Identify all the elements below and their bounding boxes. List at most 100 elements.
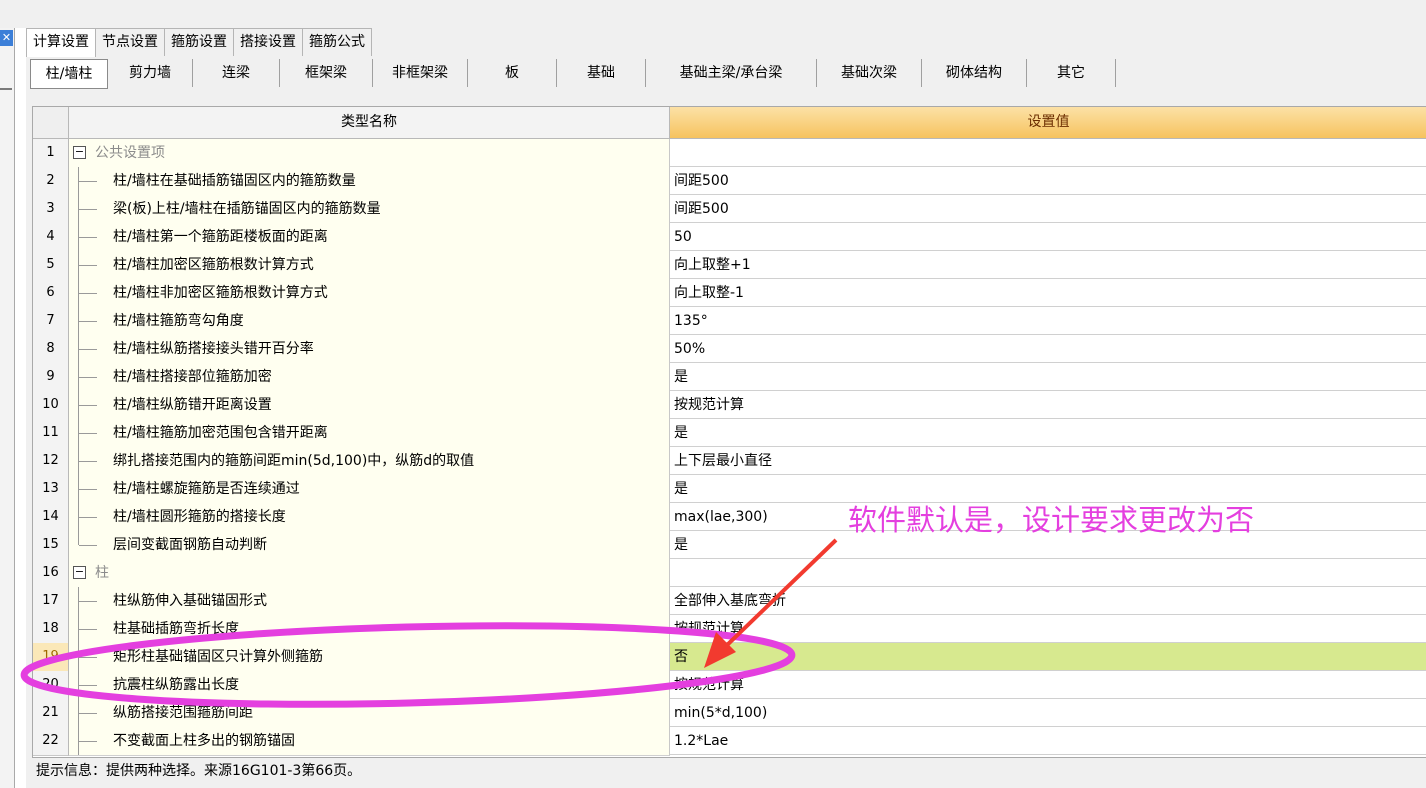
value-cell[interactable]: 135° [670,307,1426,335]
left-panel-edge [0,28,15,788]
row-number: 15 [33,531,69,560]
table-row[interactable]: 11 柱/墙柱箍筋加密范围包含错开距离 是 [33,419,1426,448]
table-row[interactable]: 21 纵筋搭接范围箍筋间距 min(5*d,100) [33,699,1426,728]
tab-calc-settings[interactable]: 计算设置 [26,28,96,57]
table-row[interactable]: 8 柱/墙柱纵筋搭接接头错开百分率 50% [33,335,1426,364]
row-number: 22 [33,727,69,756]
value-cell[interactable]: 间距500 [670,195,1426,223]
table-row[interactable]: 5 柱/墙柱加密区箍筋根数计算方式 向上取整+1 [33,251,1426,280]
name-cell: 柱/墙柱第一个箍筋距楼板面的距离 [69,223,670,252]
table-row[interactable]: 20 抗震柱纵筋露出长度 按规范计算 [33,671,1426,700]
name-cell: 柱纵筋伸入基础锚固形式 [69,587,670,616]
setting-label: 柱/墙柱螺旋箍筋是否连续通过 [113,481,300,497]
value-cell[interactable]: 按规范计算 [670,671,1426,699]
tab-foundation[interactable]: 基础 [557,59,646,87]
group-row[interactable]: 16 − 柱 [33,559,1426,588]
name-cell: 柱/墙柱非加密区箍筋根数计算方式 [69,279,670,308]
row-number: 9 [33,363,69,392]
row-number: 10 [33,391,69,420]
tab-frame-beam[interactable]: 框架梁 [280,59,373,87]
tab-masonry[interactable]: 砌体结构 [922,59,1027,87]
top-strip [0,0,1426,28]
value-cell[interactable]: 50 [670,223,1426,251]
table-row[interactable]: 12 绑扎搭接范围内的箍筋间距min(5d,100)中，纵筋d的取值 上下层最小… [33,447,1426,476]
component-tabs: 柱/墙柱 剪力墙 连梁 框架梁 非框架梁 板 基础 基础主梁/承台梁 基础次梁 … [30,59,1116,90]
row-number: 7 [33,307,69,336]
tab-slab[interactable]: 板 [468,59,557,87]
row-number: 12 [33,447,69,476]
value-cell[interactable]: 上下层最小直径 [670,447,1426,475]
table-row[interactable]: 17 柱纵筋伸入基础锚固形式 全部伸入基底弯折 [33,587,1426,616]
row-number: 20 [33,671,69,700]
setting-label: 柱纵筋伸入基础锚固形式 [113,593,267,609]
table-row[interactable]: 7 柱/墙柱箍筋弯勾角度 135° [33,307,1426,336]
tab-nonframe-beam[interactable]: 非框架梁 [373,59,468,87]
setting-label: 柱基础插筋弯折长度 [113,621,239,637]
name-cell: 柱/墙柱纵筋错开距离设置 [69,391,670,420]
value-cell[interactable]: 向上取整-1 [670,279,1426,307]
setting-label: 柱/墙柱第一个箍筋距楼板面的距离 [113,229,328,245]
tab-other[interactable]: 其它 [1027,59,1116,87]
value-cell[interactable]: 是 [670,419,1426,447]
setting-label: 抗震柱纵筋露出长度 [113,677,239,693]
table-row[interactable]: 6 柱/墙柱非加密区箍筋根数计算方式 向上取整-1 [33,279,1426,308]
group-row[interactable]: 1 − 公共设置项 [33,139,1426,168]
setting-label: 柱/墙柱圆形箍筋的搭接长度 [113,509,286,525]
setting-label: 柱/墙柱非加密区箍筋根数计算方式 [113,285,328,301]
table-row[interactable]: 4 柱/墙柱第一个箍筋距楼板面的距离 50 [33,223,1426,252]
name-cell: 纵筋搭接范围箍筋间距 [69,699,670,728]
value-cell[interactable]: 1.2*Lae [670,727,1426,755]
group-label: 柱 [95,565,109,581]
setting-label: 不变截面上柱多出的钢筋锚固 [113,733,295,749]
collapse-icon[interactable]: − [73,566,86,579]
value-cell[interactable] [670,139,1426,167]
table-row[interactable]: 22 不变截面上柱多出的钢筋锚固 1.2*Lae [33,727,1426,756]
settings-grid: 类型名称 设置值 1 − 公共设置项 2 柱/墙柱在基础插筋锚固区内的箍筋数量 间… [32,106,1426,758]
row-number: 6 [33,279,69,308]
main-tabs: 计算设置 节点设置 箍筋设置 搭接设置 箍筋公式 [26,28,372,57]
tab-lap-settings[interactable]: 搭接设置 [233,28,303,56]
tab-stirrup-settings[interactable]: 箍筋设置 [164,28,234,56]
table-row[interactable]: 2 柱/墙柱在基础插筋锚固区内的箍筋数量 间距500 [33,167,1426,196]
name-cell: 柱/墙柱在基础插筋锚固区内的箍筋数量 [69,167,670,196]
name-cell: 柱/墙柱加密区箍筋根数计算方式 [69,251,670,280]
row-number: 14 [33,503,69,532]
name-cell: − 公共设置项 [69,139,670,168]
value-cell[interactable]: min(5*d,100) [670,699,1426,727]
collapse-icon[interactable]: − [73,146,86,159]
tab-coupling-beam[interactable]: 连梁 [193,59,280,87]
left-divider [0,88,12,90]
value-cell[interactable]: 否 [670,643,1426,671]
close-icon[interactable]: ✕ [0,30,13,46]
table-row[interactable]: 18 柱基础插筋弯折长度 按规范计算 [33,615,1426,644]
row-number: 13 [33,475,69,504]
setting-label: 柱/墙柱纵筋错开距离设置 [113,397,272,413]
name-cell: 柱/墙柱纵筋搭接接头错开百分率 [69,335,670,364]
setting-label: 绑扎搭接范围内的箍筋间距min(5d,100)中，纵筋d的取值 [113,453,475,469]
value-cell[interactable]: 按规范计算 [670,391,1426,419]
row-number: 3 [33,195,69,224]
value-cell[interactable]: 向上取整+1 [670,251,1426,279]
name-cell: 抗震柱纵筋露出长度 [69,671,670,700]
value-cell[interactable] [670,559,1426,587]
value-cell[interactable]: 全部伸入基底弯折 [670,587,1426,615]
value-cell[interactable]: 按规范计算 [670,615,1426,643]
value-cell[interactable]: 间距500 [670,167,1426,195]
tab-stirrup-formula[interactable]: 箍筋公式 [302,28,372,56]
name-cell: 柱/墙柱箍筋弯勾角度 [69,307,670,336]
tab-foundation-secondary-beam[interactable]: 基础次梁 [817,59,922,87]
value-cell[interactable]: 是 [670,363,1426,391]
table-row[interactable]: 9 柱/墙柱搭接部位箍筋加密 是 [33,363,1426,392]
value-cell[interactable]: 50% [670,335,1426,363]
name-cell: 柱/墙柱箍筋加密范围包含错开距离 [69,419,670,448]
tab-node-settings[interactable]: 节点设置 [95,28,165,56]
name-cell: 不变截面上柱多出的钢筋锚固 [69,727,670,756]
table-row[interactable]: 10 柱/墙柱纵筋错开距离设置 按规范计算 [33,391,1426,420]
row-number: 19 [33,643,69,672]
tab-column-wallcolumn[interactable]: 柱/墙柱 [30,59,108,89]
table-row-selected[interactable]: 19 矩形柱基础锚固区只计算外侧箍筋 否 [33,643,1426,672]
tab-shear-wall[interactable]: 剪力墙 [108,59,193,87]
table-row[interactable]: 3 梁(板)上柱/墙柱在插筋锚固区内的箍筋数量 间距500 [33,195,1426,224]
tab-foundation-main-beam[interactable]: 基础主梁/承台梁 [646,59,817,87]
name-cell: − 柱 [69,559,670,588]
